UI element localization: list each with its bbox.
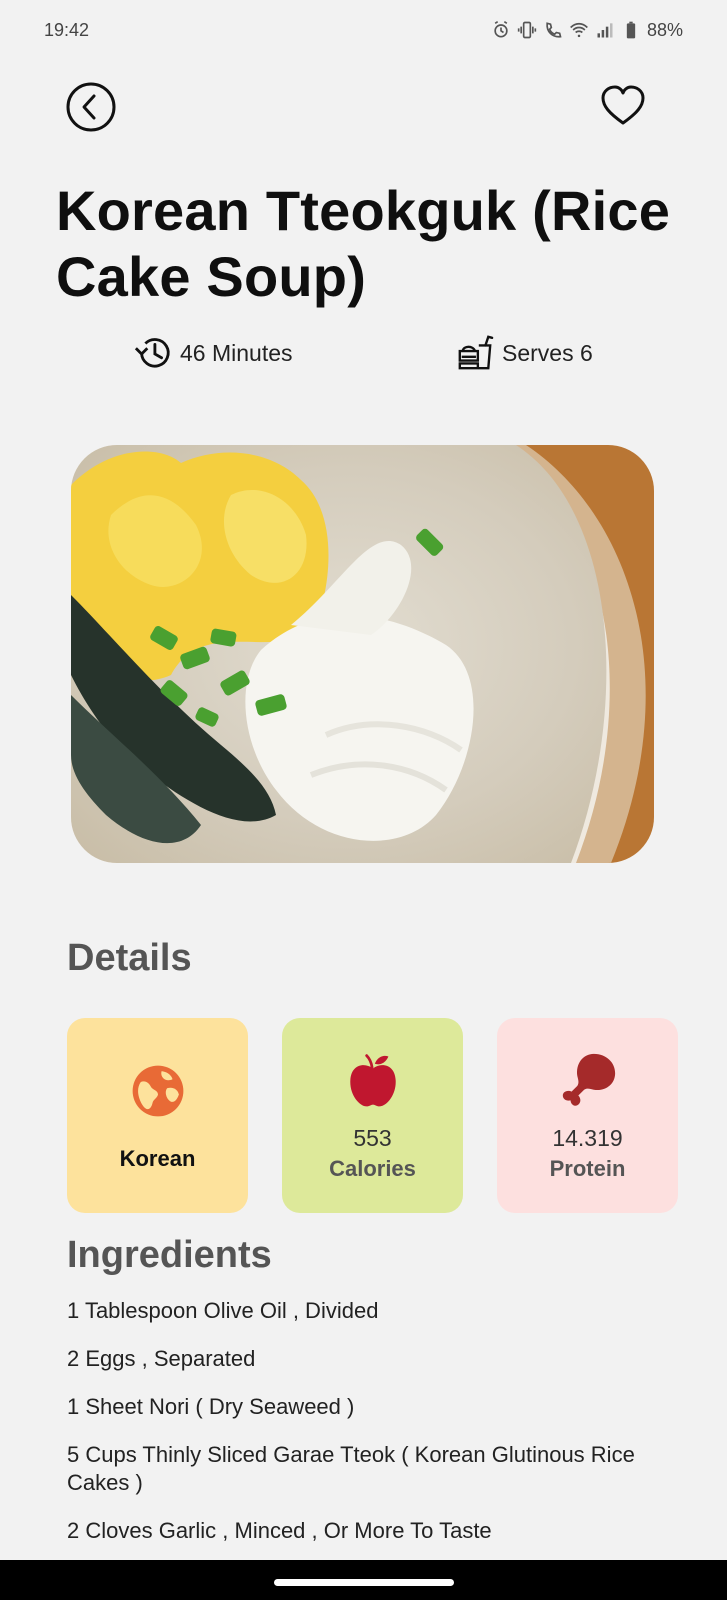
ingredients-heading: Ingredients bbox=[67, 1234, 272, 1276]
drumstick-icon bbox=[555, 1048, 621, 1114]
calories-card: 553 Calories bbox=[282, 1018, 463, 1213]
chevron-left-icon bbox=[66, 82, 116, 132]
history-icon bbox=[134, 338, 170, 368]
ingredient-item: 1 Sheet Nori ( Dry Seaweed ) bbox=[67, 1394, 355, 1419]
recipe-meta: 46 Minutes Serves 6 bbox=[0, 333, 727, 373]
servings-label: Serves 6 bbox=[502, 339, 593, 366]
signal-icon bbox=[595, 20, 615, 40]
ingredients-list: 1 Tablespoon Olive Oil , Divided 2 Eggs … bbox=[67, 1297, 677, 1565]
cuisine-label: Korean bbox=[119, 1145, 196, 1171]
details-heading: Details bbox=[67, 937, 192, 979]
back-button[interactable] bbox=[64, 80, 120, 136]
apple-icon bbox=[340, 1048, 406, 1114]
ingredient-item: 2 Cloves Garlic , Minced , Or More To Ta… bbox=[67, 1518, 492, 1543]
recipe-title: Korean Tteokguk (Rice Cake Soup) bbox=[56, 179, 671, 308]
protein-label: Protein bbox=[549, 1155, 626, 1181]
alarm-icon bbox=[491, 20, 511, 40]
details-cards: Korean 553 Calories 14.319 Protein bbox=[67, 1018, 678, 1213]
heart-outline-icon bbox=[601, 85, 645, 125]
protein-card: 14.319 Protein bbox=[497, 1018, 678, 1213]
calories-label: Calories bbox=[329, 1155, 416, 1181]
cuisine-card: Korean bbox=[67, 1018, 248, 1213]
recipe-image bbox=[71, 445, 654, 863]
home-gesture-handle[interactable] bbox=[274, 1579, 454, 1586]
calories-value: 553 bbox=[353, 1124, 392, 1151]
wifi-icon bbox=[569, 20, 589, 40]
fast-food-icon bbox=[458, 335, 494, 370]
status-icons: 88% bbox=[491, 20, 683, 41]
battery-icon bbox=[621, 20, 641, 40]
favorite-button[interactable] bbox=[595, 78, 651, 134]
protein-value: 14.319 bbox=[552, 1124, 623, 1151]
status-bar: 19:42 88% bbox=[0, 0, 727, 60]
vibrate-icon bbox=[517, 20, 537, 40]
ingredient-item: 5 Cups Thinly Sliced Garae Tteok ( Korea… bbox=[67, 1442, 635, 1495]
battery-percentage: 88% bbox=[646, 19, 683, 40]
cook-time: 46 Minutes bbox=[134, 334, 293, 372]
ingredient-item: 1 Tablespoon Olive Oil , Divided bbox=[67, 1298, 379, 1323]
wifi-calling-icon bbox=[543, 20, 563, 40]
globe-icon bbox=[125, 1058, 191, 1124]
ingredient-item: 2 Eggs , Separated bbox=[67, 1346, 256, 1371]
soup-bowl-photo bbox=[71, 445, 654, 863]
servings: Serves 6 bbox=[456, 334, 593, 372]
status-time: 19:42 bbox=[44, 19, 90, 40]
cook-time-label: 46 Minutes bbox=[180, 339, 293, 366]
